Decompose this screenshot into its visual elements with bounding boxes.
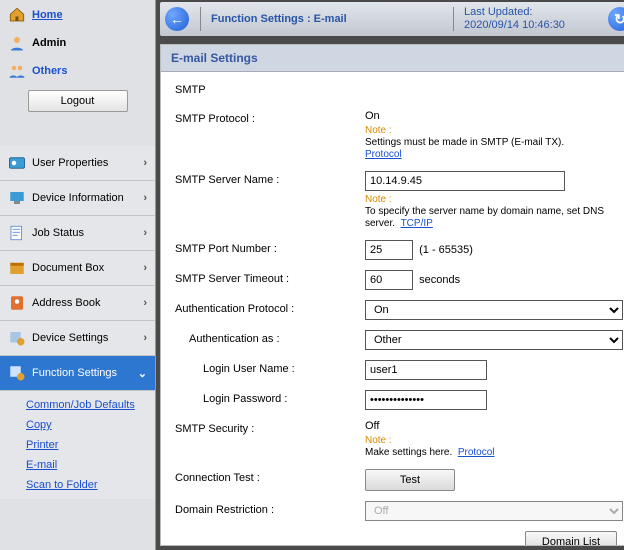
nav-label: Device Settings [32,332,108,344]
login-password-label: Login Password : [175,390,365,405]
subnav-printer[interactable]: Printer [26,435,155,455]
nav-label: Job Status [32,227,84,239]
back-button[interactable]: ← [165,7,189,31]
logout-button[interactable]: Logout [28,90,128,112]
nav-label: Function Settings [32,367,117,379]
note-label: Note : [365,125,392,136]
smtp-security-value: Off [365,420,623,432]
chevron-right-icon: › [143,297,147,309]
card-icon [8,154,26,172]
address-book-icon [8,294,26,312]
domain-list-button[interactable]: Domain List [525,531,617,546]
sidebar: Home Admin Others Logout User Properties… [0,0,156,550]
smtp-protocol-label: SMTP Protocol : [175,110,365,125]
device-icon [8,189,26,207]
page-title: Function Settings : E-mail [207,13,447,25]
nav-document-box[interactable]: Document Box › [0,251,155,286]
others-icon [8,62,26,80]
protocol-link[interactable]: Protocol [365,149,402,160]
connection-test-label: Connection Test : [175,469,365,484]
note-text: Make settings here. [365,447,452,458]
gear-device-icon [8,329,26,347]
tcpip-link[interactable]: TCP/IP [401,218,433,229]
subnav-scan-to-folder[interactable]: Scan to Folder [26,475,155,495]
chevron-right-icon: › [143,157,147,169]
others-link[interactable]: Others [32,65,67,77]
login-user-input[interactable] [365,360,487,380]
auth-protocol-label: Authentication Protocol : [175,300,365,315]
smtp-port-range: (1 - 65535) [419,244,473,256]
smtp-port-label: SMTP Port Number : [175,240,365,255]
nav-label: Document Box [32,262,104,274]
protocol-link[interactable]: Protocol [458,447,495,458]
section-header: E-mail Settings [161,45,624,72]
nav-label: Address Book [32,297,100,309]
test-button[interactable]: Test [365,469,455,491]
chevron-right-icon: › [143,332,147,344]
auth-protocol-select[interactable]: On [365,300,623,320]
nav-address-book[interactable]: Address Book › [0,286,155,321]
smtp-timeout-suffix: seconds [419,274,460,286]
login-user-label: Login User Name : [175,360,365,375]
login-password-input[interactable] [365,390,487,410]
nav-device-information[interactable]: Device Information › [0,181,155,216]
note-text: Settings must be made in SMTP (E-mail TX… [365,137,564,148]
last-updated-value: 2020/09/14 10:46:30 [464,19,602,32]
smtp-security-label: SMTP Security : [175,420,365,435]
content-panel: E-mail Settings SMTP SMTP Protocol : On … [160,44,624,546]
subnav-copy[interactable]: Copy [26,415,155,435]
home-link[interactable]: Home [32,9,63,21]
job-icon [8,224,26,242]
auth-as-label: Authentication as : [175,330,365,345]
nav-function-settings[interactable]: Function Settings ⌄ [0,356,155,391]
refresh-button[interactable]: ↻ [608,7,624,31]
smtp-port-input[interactable] [365,240,413,260]
subnav-common[interactable]: Common/Job Defaults [26,395,155,415]
domain-restriction-label: Domain Restriction : [175,501,365,516]
smtp-group-title: SMTP [175,84,623,96]
admin-label: Admin [32,37,66,49]
nav-label: Device Information [32,192,124,204]
home-icon [8,6,26,24]
admin-icon [8,34,26,52]
last-updated-label: Last Updated: [464,6,602,19]
smtp-timeout-label: SMTP Server Timeout : [175,270,365,285]
auth-as-select[interactable]: Other [365,330,623,350]
chevron-right-icon: › [143,262,147,274]
chevron-right-icon: › [143,192,147,204]
note-label: Note : [365,435,392,446]
smtp-timeout-input[interactable] [365,270,413,290]
nav-label: User Properties [32,157,108,169]
arrow-left-icon: ← [170,11,184,27]
smtp-protocol-value: On [365,110,623,122]
subnav-email[interactable]: E-mail [26,455,155,475]
nav-device-settings[interactable]: Device Settings › [0,321,155,356]
box-icon [8,259,26,277]
refresh-icon: ↻ [614,11,624,28]
function-icon [8,364,26,382]
note-label: Note : [365,194,392,205]
chevron-right-icon: › [143,227,147,239]
chevron-down-icon: ⌄ [138,367,147,380]
nav-user-properties[interactable]: User Properties › [0,146,155,181]
smtp-server-name-label: SMTP Server Name : [175,171,365,186]
nav-job-status[interactable]: Job Status › [0,216,155,251]
smtp-server-name-input[interactable] [365,171,565,191]
domain-restriction-select: Off [365,501,623,521]
function-settings-submenu: Common/Job Defaults Copy Printer E-mail … [0,391,155,499]
topbar: ← Function Settings : E-mail Last Update… [160,2,624,36]
